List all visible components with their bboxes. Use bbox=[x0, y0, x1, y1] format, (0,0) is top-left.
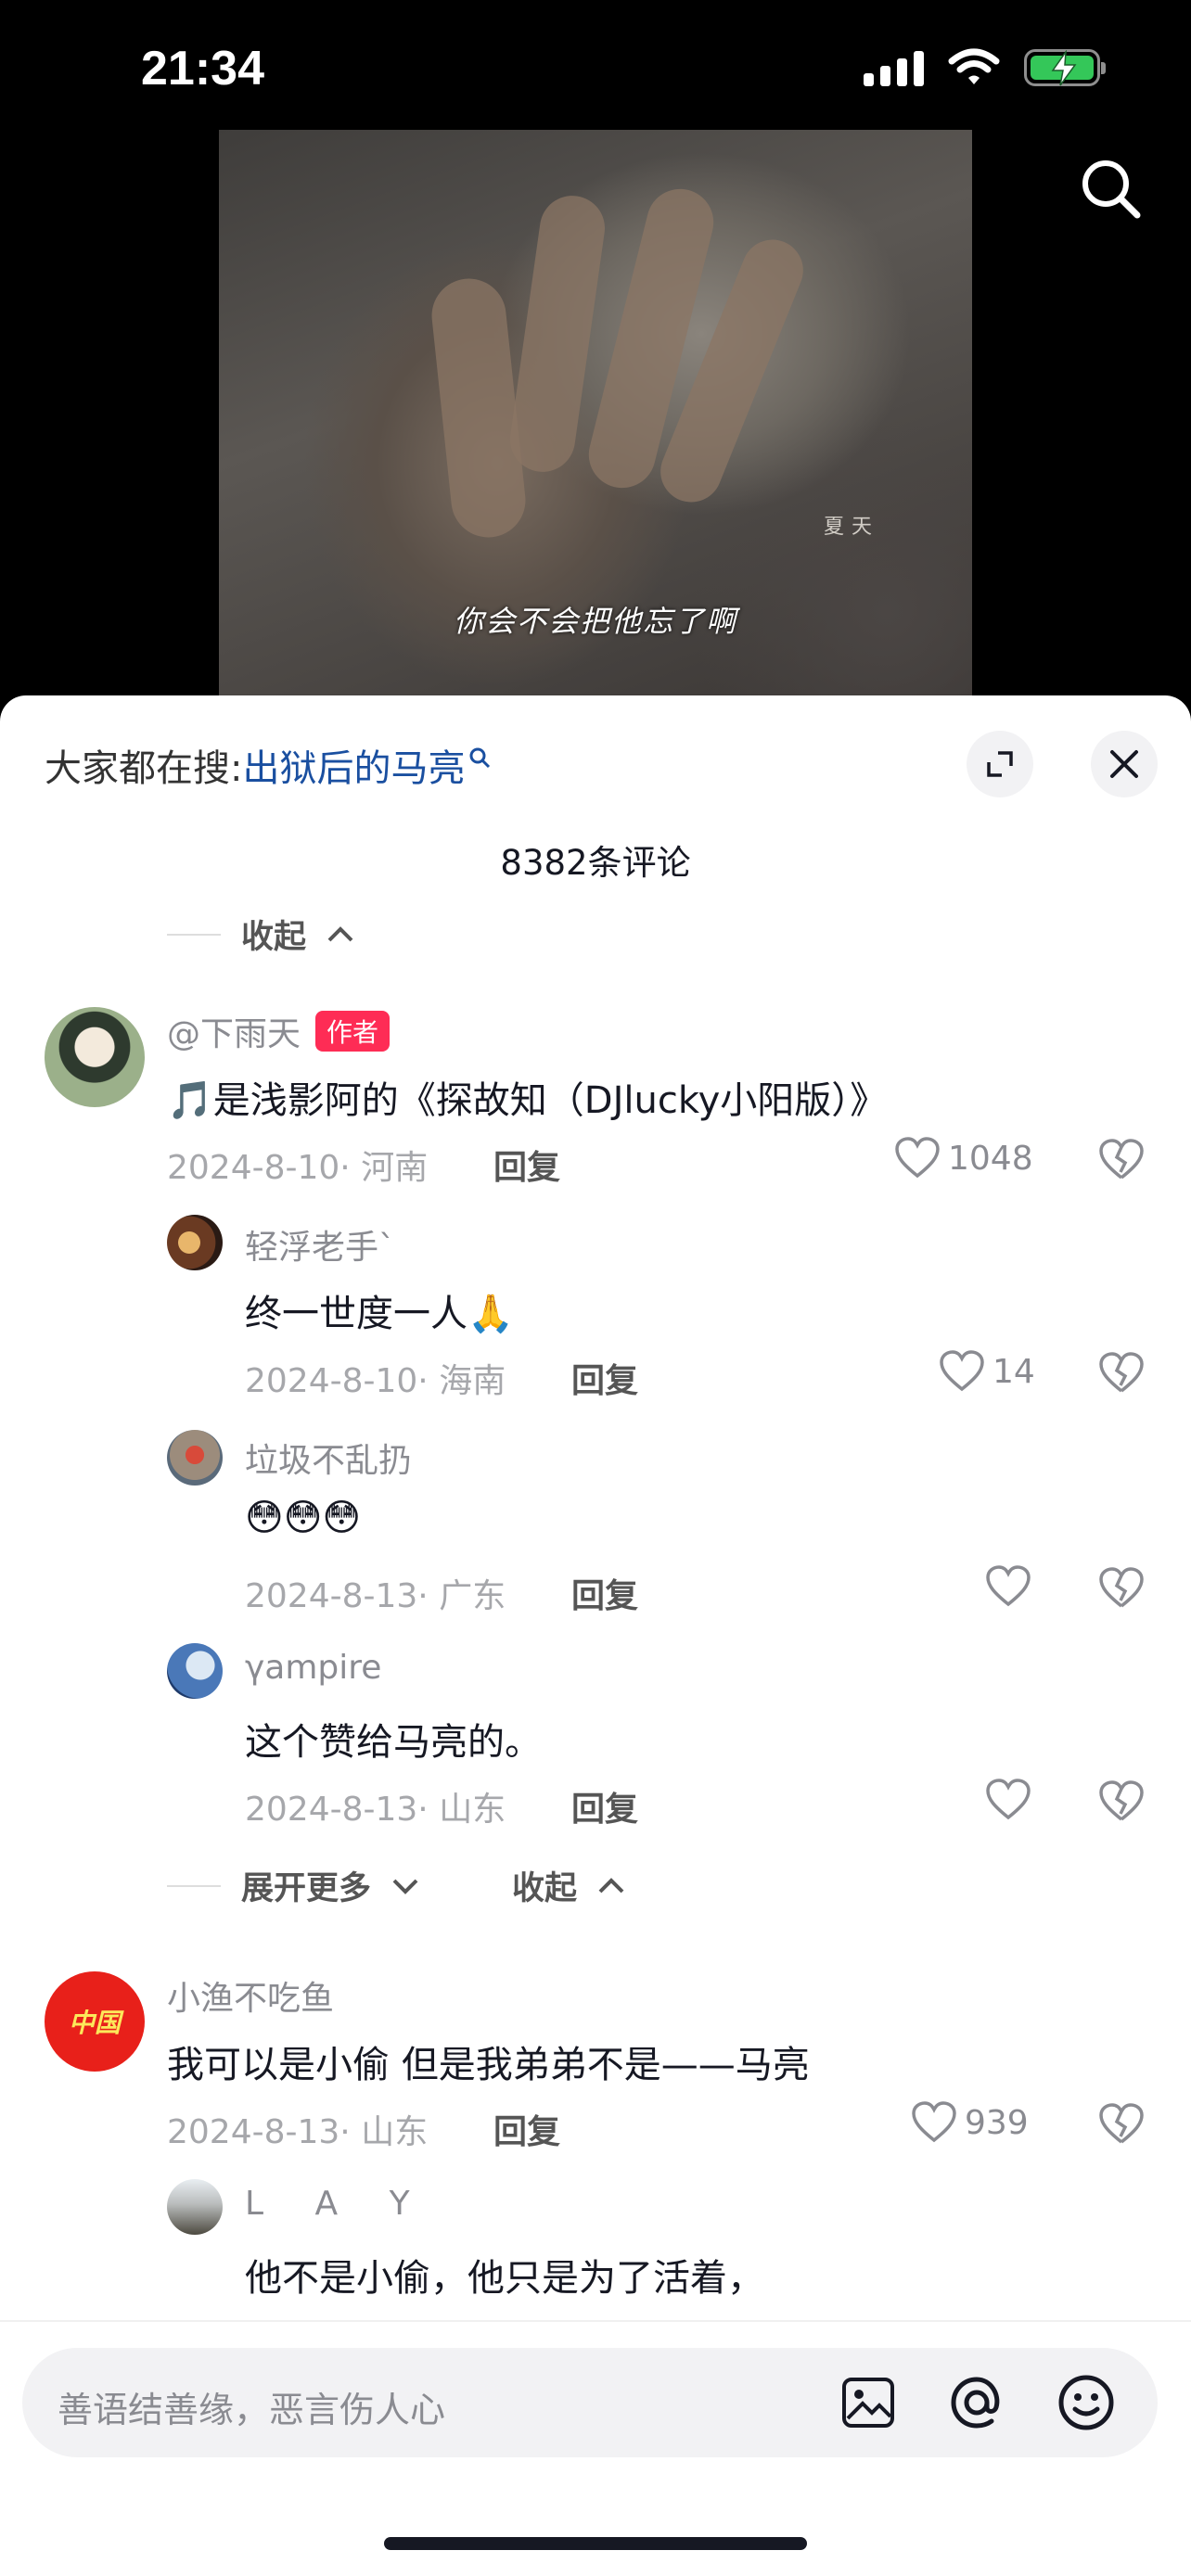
comment-text: 终一世度一人🙏 bbox=[245, 1293, 514, 1335]
avatar[interactable] bbox=[167, 1643, 223, 1699]
home-indicator[interactable] bbox=[384, 2537, 807, 2550]
avatar[interactable]: 中国 bbox=[45, 1971, 145, 2072]
comment-input-placeholder: 善语结善缘，恶言伤人心 bbox=[58, 2390, 446, 2430]
wifi-icon bbox=[948, 48, 1000, 84]
heart-icon bbox=[895, 1137, 940, 1179]
close-icon bbox=[1110, 750, 1138, 778]
chevron-down-icon bbox=[392, 1879, 418, 1894]
status-time: 21:34 bbox=[141, 42, 264, 96]
comment-text: 😳😳😳 bbox=[245, 1497, 362, 1539]
expand-more-button[interactable]: 展开更多 bbox=[167, 1862, 419, 1909]
heart-icon bbox=[912, 2101, 956, 2143]
battery-icon bbox=[1024, 49, 1106, 86]
comment-user-name[interactable]: 小渔不吃鱼 bbox=[167, 1971, 334, 2020]
avatar[interactable] bbox=[167, 1430, 223, 1486]
video-watermark: 夏天 bbox=[824, 516, 880, 539]
status-icons bbox=[864, 48, 1106, 87]
video-subtitle: 你会不会把他忘了啊 bbox=[453, 604, 737, 639]
like-button[interactable] bbox=[985, 1565, 1039, 1608]
search-small-icon bbox=[469, 747, 491, 769]
comment-meta: 2024-8-13· 广东 bbox=[245, 1577, 506, 1615]
broken-heart-icon[interactable] bbox=[1098, 1780, 1145, 1823]
broken-heart-icon[interactable] bbox=[1098, 1567, 1145, 1610]
like-button[interactable]: 1048 bbox=[894, 1137, 1033, 1180]
comment-text: 🎵是浅影阿的《探故知（DJlucky小阳版）》 bbox=[167, 1079, 888, 1122]
like-count: 939 bbox=[965, 2103, 1029, 2142]
chevron-up-icon bbox=[327, 925, 353, 941]
comment-input[interactable]: 善语结善缘，恶言伤人心 bbox=[22, 2348, 1158, 2457]
comment-user-name[interactable]: γampire bbox=[245, 1649, 381, 1687]
broken-heart-icon[interactable] bbox=[1098, 2103, 1145, 2146]
expand-icon bbox=[987, 751, 1013, 777]
heart-icon bbox=[940, 1350, 984, 1392]
emoji-icon[interactable] bbox=[1056, 2372, 1117, 2433]
close-button[interactable] bbox=[1091, 731, 1158, 797]
comment-user-name[interactable]: 垃圾不乱扔 bbox=[245, 1434, 412, 1482]
reply-button[interactable]: 回复 bbox=[571, 1354, 638, 1402]
broken-heart-icon[interactable] bbox=[1098, 1352, 1145, 1395]
like-button[interactable] bbox=[985, 1779, 1039, 1821]
comment-user[interactable]: @下雨天 作者 bbox=[167, 1007, 391, 1055]
heart-icon bbox=[986, 1565, 1031, 1607]
author-tag: 作者 bbox=[315, 1011, 391, 1052]
collapse-label: 收起 bbox=[241, 919, 307, 956]
reply-button[interactable]: 回复 bbox=[493, 2105, 560, 2153]
like-button[interactable]: 939 bbox=[911, 2101, 1029, 2144]
comment-meta: 2024-8-13· 山东 bbox=[167, 2113, 429, 2151]
reply-button[interactable]: 回复 bbox=[571, 1782, 638, 1830]
trending-search[interactable]: 大家都在搜: 出狱后的马亮 bbox=[45, 738, 493, 792]
broken-heart-icon[interactable] bbox=[1098, 1139, 1145, 1181]
comment-text: 我可以是小偷 但是我弟弟不是——马亮 bbox=[167, 2044, 810, 2086]
comment-user-name[interactable]: @下雨天 bbox=[167, 1015, 301, 1053]
avatar[interactable] bbox=[167, 2179, 223, 2235]
expand-more-label: 展开更多 bbox=[241, 1870, 372, 1907]
image-icon[interactable] bbox=[840, 2376, 896, 2429]
comment-count: 8382条评论 bbox=[500, 843, 691, 883]
like-button[interactable]: 14 bbox=[939, 1350, 1035, 1393]
collapse-label: 收起 bbox=[512, 1870, 578, 1907]
reply-button[interactable]: 回复 bbox=[571, 1569, 638, 1617]
like-count: 14 bbox=[992, 1352, 1035, 1391]
like-count: 1048 bbox=[948, 1139, 1033, 1178]
comment-meta: 2024-8-13· 山东 bbox=[245, 1791, 506, 1829]
video-player[interactable]: 夏天 你会不会把他忘了啊 bbox=[219, 130, 972, 695]
avatar[interactable] bbox=[167, 1215, 223, 1270]
comment-user-name[interactable]: L A Y bbox=[245, 2185, 430, 2223]
comment-text: 他不是小偷，他只是为了活着， bbox=[245, 2257, 764, 2300]
divider bbox=[0, 2320, 1191, 2322]
comment-sheet: 大家都在搜: 出狱后的马亮 8382条评论 收起 @下雨天 作者 🎵是浅影阿的《探… bbox=[0, 695, 1191, 2576]
comment-meta: 2024-8-10· 河南 bbox=[167, 1149, 429, 1187]
search-icon[interactable] bbox=[1078, 156, 1145, 223]
comment-user-name[interactable]: 轻浮老手` bbox=[245, 1220, 395, 1269]
heart-icon bbox=[986, 1779, 1031, 1820]
mention-icon[interactable] bbox=[946, 2372, 1007, 2433]
comment-meta: 2024-8-10· 海南 bbox=[245, 1362, 506, 1400]
expand-button[interactable] bbox=[967, 731, 1033, 797]
comment-text: 这个赞给马亮的。 bbox=[245, 1721, 542, 1764]
collapse-button[interactable]: 收起 bbox=[512, 1862, 625, 1909]
signal-icon bbox=[864, 49, 924, 86]
avatar[interactable] bbox=[45, 1007, 145, 1107]
trending-prompt: 大家都在搜: bbox=[45, 747, 243, 790]
reply-button[interactable]: 回复 bbox=[493, 1141, 560, 1189]
trending-link[interactable]: 出狱后的马亮 bbox=[242, 738, 465, 792]
avatar-badge-text: 中国 bbox=[68, 2008, 121, 2038]
chevron-up-icon bbox=[598, 1877, 624, 1893]
collapse-button[interactable]: 收起 bbox=[167, 911, 354, 958]
